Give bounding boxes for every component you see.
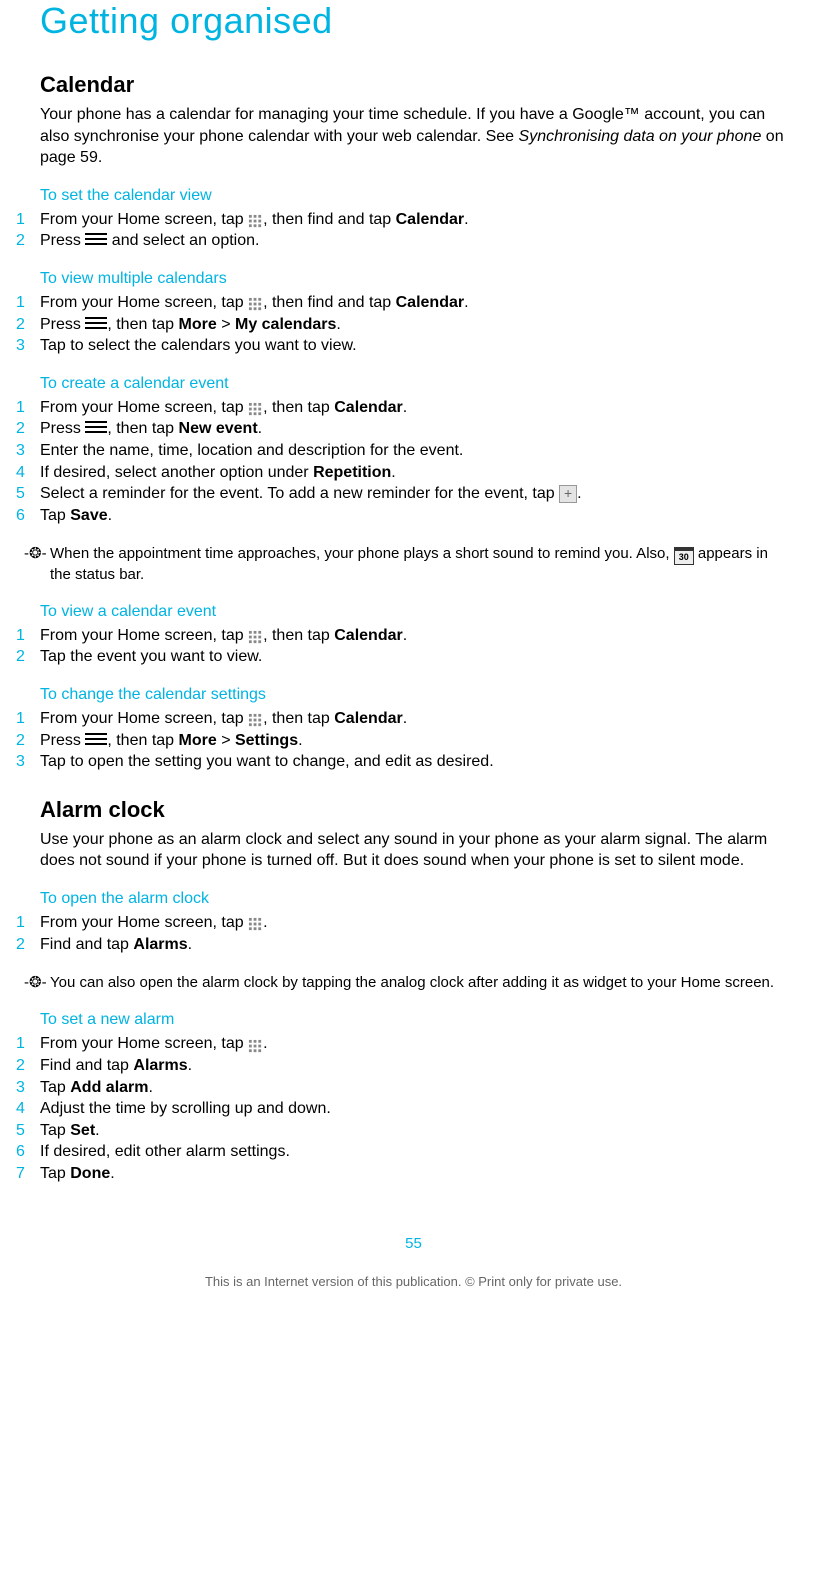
apps-grid-icon (248, 214, 263, 229)
open-alarm-tip: -❂- You can also open the alarm clock by… (24, 973, 787, 993)
calendar-30-icon: 30 (674, 547, 694, 565)
alarm-intro: Use your phone as an alarm clock and sel… (40, 829, 787, 872)
calendar-heading: Calendar (40, 72, 787, 98)
menu-icon (85, 233, 107, 245)
footer-note: This is an Internet version of this publ… (40, 1274, 787, 1289)
set-alarm-steps: 1From your Home screen, tap . 2Find and … (16, 1033, 787, 1184)
multiple-heading: To view multiple calendars (40, 270, 787, 288)
change-steps: 1From your Home screen, tap , then tap C… (16, 708, 787, 773)
set-view-heading: To set the calendar view (40, 187, 787, 205)
open-alarm-steps: 1From your Home screen, tap . 2Find and … (16, 912, 787, 955)
create-heading: To create a calendar event (40, 375, 787, 393)
open-alarm-heading: To open the alarm clock (40, 890, 787, 908)
create-tip: -❂- When the appointment time approaches… (24, 544, 787, 585)
create-steps: 1From your Home screen, tap , then tap C… (16, 397, 787, 527)
view-event-steps: 1From your Home screen, tap , then tap C… (16, 625, 787, 668)
page-title: Getting organised (40, 0, 787, 42)
alarm-heading: Alarm clock (40, 797, 787, 823)
set-alarm-heading: To set a new alarm (40, 1011, 787, 1029)
tip-bulb-icon: -❂- (24, 544, 50, 564)
apps-grid-icon (248, 917, 263, 932)
multiple-steps: 1From your Home screen, tap , then find … (16, 292, 787, 357)
change-heading: To change the calendar settings (40, 686, 787, 704)
apps-grid-icon (248, 402, 263, 417)
page-number: 55 (40, 1235, 787, 1252)
menu-icon (85, 733, 107, 745)
view-event-heading: To view a calendar event (40, 603, 787, 621)
apps-grid-icon (248, 1039, 263, 1054)
sync-link: Synchronising data on your phone (519, 128, 762, 145)
calendar-intro: Your phone has a calendar for managing y… (40, 104, 787, 169)
apps-grid-icon (248, 297, 263, 312)
apps-grid-icon (248, 713, 263, 728)
apps-grid-icon (248, 630, 263, 645)
set-view-steps: 1From your Home screen, tap , then find … (16, 209, 787, 252)
menu-icon (85, 317, 107, 329)
plus-icon: + (559, 485, 577, 503)
menu-icon (85, 421, 107, 433)
tip-bulb-icon: -❂- (24, 973, 50, 993)
